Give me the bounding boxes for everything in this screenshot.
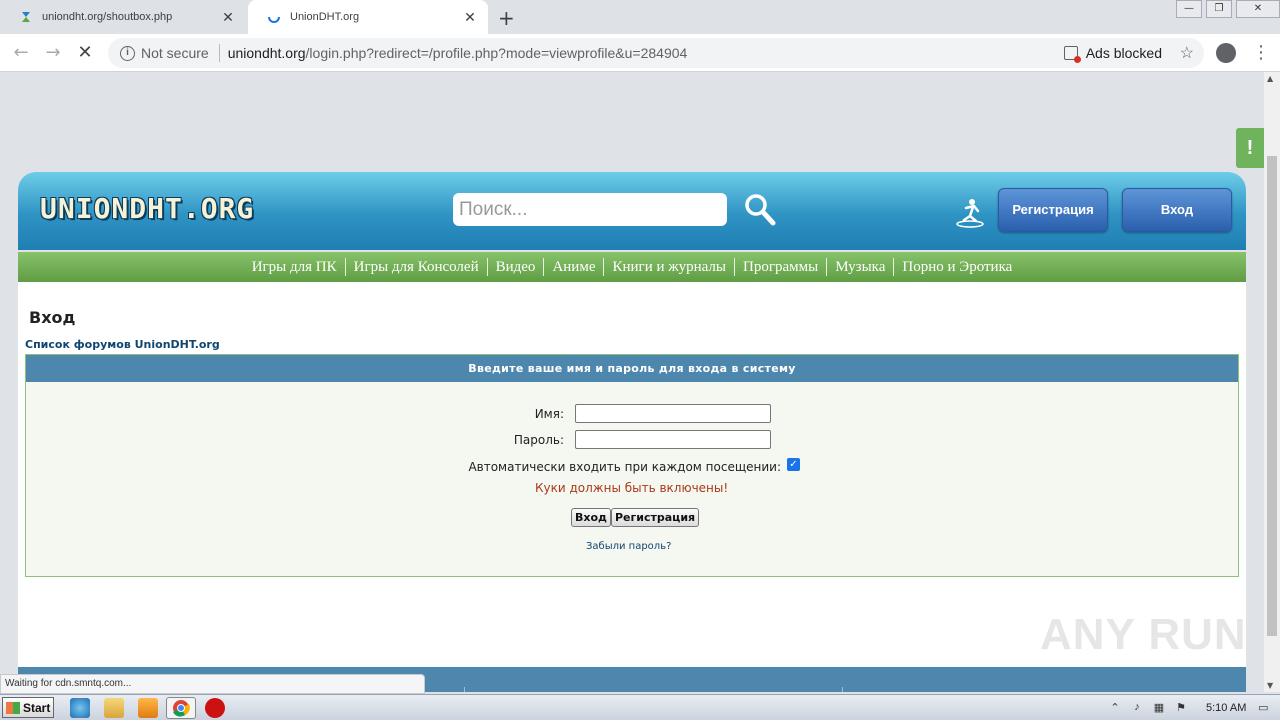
close-tab-icon[interactable]: ✕ — [220, 9, 236, 26]
bookmark-star-icon[interactable]: ☆ — [1180, 43, 1194, 63]
ads-blocked-label: Ads blocked — [1085, 45, 1162, 61]
window-close-icon[interactable]: ✕ — [1236, 0, 1280, 18]
new-tab-icon[interactable]: + — [498, 6, 515, 30]
info-icon[interactable]: i — [120, 45, 135, 61]
browser-tab-strip: uniondht.org/shoutbox.php ✕ UnionDHT.org… — [0, 0, 1280, 34]
password-label: Пароль: — [513, 433, 564, 447]
url-host: uniondht.org — [227, 45, 306, 61]
url-path: /login.php?redirect=/profile.php?mode=vi… — [305, 45, 688, 61]
restore-icon[interactable]: ❐ — [1206, 0, 1232, 18]
start-button[interactable]: Start — [2, 697, 54, 718]
action-center-flag-icon[interactable]: ⚑ — [1174, 701, 1188, 715]
scrollbar-thumb[interactable] — [1267, 156, 1277, 636]
autologin-label: Автоматически входить при каждом посещен… — [468, 460, 781, 474]
back-arrow-icon[interactable]: ← — [8, 40, 34, 66]
chrome-taskbar-button[interactable] — [166, 697, 196, 719]
internet-explorer-icon[interactable] — [70, 698, 90, 718]
header-register-button[interactable]: Регистрация — [998, 188, 1108, 232]
forward-arrow-icon[interactable]: → — [40, 40, 66, 66]
scroll-up-icon[interactable]: ▲ — [1267, 74, 1273, 83]
ads-blocked-icon — [1063, 46, 1081, 63]
nav-item-pc-games[interactable]: Игры для ПК — [244, 259, 345, 276]
search-icon[interactable] — [742, 192, 782, 228]
nav-item-music[interactable]: Музыка — [827, 259, 893, 276]
forgot-password-link[interactable]: Забыли пароль? — [586, 541, 671, 552]
search-input[interactable]: Поиск... — [453, 193, 727, 226]
login-panel: Введите ваше имя и пароль для входа в си… — [25, 354, 1239, 577]
tab-uniondht[interactable]: UnionDHT.org ✕ — [248, 0, 488, 34]
web-page: UNIONDHT.ORG Поиск... Регистрация Вход И… — [0, 72, 1264, 692]
nav-item-adult[interactable]: Порно и Эротика — [894, 259, 1020, 276]
breadcrumb[interactable]: Список форумов UnionDHT.org — [25, 338, 220, 351]
scroll-down-icon[interactable]: ▼ — [1267, 681, 1273, 690]
ads-blocked-indicator[interactable]: Ads blocked — [1063, 45, 1162, 63]
browser-status-bar: Waiting for cdn.smntq.com... — [0, 674, 425, 694]
security-app-icon[interactable] — [205, 698, 225, 718]
nav-item-video[interactable]: Видео — [488, 259, 544, 276]
header-login-button[interactable]: Вход — [1122, 188, 1232, 232]
tab-title: uniondht.org/shoutbox.php — [42, 11, 173, 23]
notification-alert-button[interactable]: ! — [1236, 128, 1264, 168]
nav-item-console-games[interactable]: Игры для Консолей — [346, 259, 487, 276]
nav-item-software[interactable]: Программы — [735, 259, 826, 276]
nav-item-anime[interactable]: Аниме — [544, 259, 603, 276]
media-player-icon[interactable] — [138, 698, 158, 718]
loading-spinner-icon — [266, 9, 282, 25]
browser-toolbar: ← → ✕ i Not secure uniondht.org/login.ph… — [0, 34, 1280, 72]
site-header: UNIONDHT.ORG Поиск... Регистрация Вход — [18, 172, 1246, 250]
tab-shoutbox[interactable]: uniondht.org/shoutbox.php ✕ — [0, 0, 246, 34]
minimize-icon[interactable]: — — [1176, 0, 1202, 18]
category-nav: Игры для ПК Игры для Консолей Видео Аним… — [18, 252, 1246, 282]
login-panel-header: Введите ваше имя и пароль для входа в си… — [26, 355, 1238, 382]
folder-icon[interactable] — [104, 698, 124, 718]
address-bar[interactable]: i Not secure uniondht.org/login.php?redi… — [108, 38, 1204, 68]
stop-loading-icon[interactable]: ✕ — [72, 40, 98, 66]
window-controls: — ❐ ✕ — [1176, 0, 1280, 18]
windows-taskbar: Start ⌃ ♪ ▦ ⚑ 5:10 AM ▭ — [0, 694, 1280, 720]
tab-title: UnionDHT.org — [290, 11, 360, 23]
divider — [464, 687, 465, 692]
show-desktop-icon[interactable]: ▭ — [1256, 701, 1270, 715]
page-title: Вход — [29, 308, 76, 327]
anyrun-watermark: ANY RUN — [1040, 610, 1247, 659]
username-label: Имя: — [534, 407, 564, 421]
running-man-icon[interactable] — [954, 196, 986, 228]
register-button[interactable]: Регистрация — [611, 508, 700, 527]
site-favicon-icon — [18, 9, 34, 25]
close-tab-icon[interactable]: ✕ — [462, 9, 478, 26]
menu-dots-icon[interactable]: ⋮ — [1252, 42, 1270, 63]
autologin-checkbox[interactable]: ✓ — [787, 458, 800, 471]
windows-flag-icon — [6, 701, 20, 714]
start-label: Start — [23, 700, 51, 715]
nav-item-books[interactable]: Книги и журналы — [604, 259, 734, 276]
username-field[interactable] — [575, 404, 771, 423]
show-hidden-icons-icon[interactable]: ⌃ — [1108, 701, 1122, 715]
login-submit-button[interactable]: Вход — [571, 508, 611, 527]
account-icon[interactable] — [1216, 43, 1236, 63]
security-label: Not secure — [141, 45, 209, 61]
site-logo[interactable]: UNIONDHT.ORG — [40, 192, 254, 225]
network-icon[interactable]: ▦ — [1152, 701, 1166, 715]
password-field[interactable] — [575, 430, 771, 449]
volume-icon[interactable]: ♪ — [1130, 701, 1144, 715]
system-tray: ⌃ ♪ ▦ ⚑ 5:10 AM ▭ — [1104, 697, 1280, 719]
divider — [218, 44, 220, 62]
cookie-warning: Куки должны быть включены! — [535, 481, 729, 495]
divider — [842, 687, 843, 692]
page-scrollbar[interactable]: ▲ ▼ — [1264, 72, 1280, 692]
taskbar-clock[interactable]: 5:10 AM — [1206, 702, 1246, 714]
